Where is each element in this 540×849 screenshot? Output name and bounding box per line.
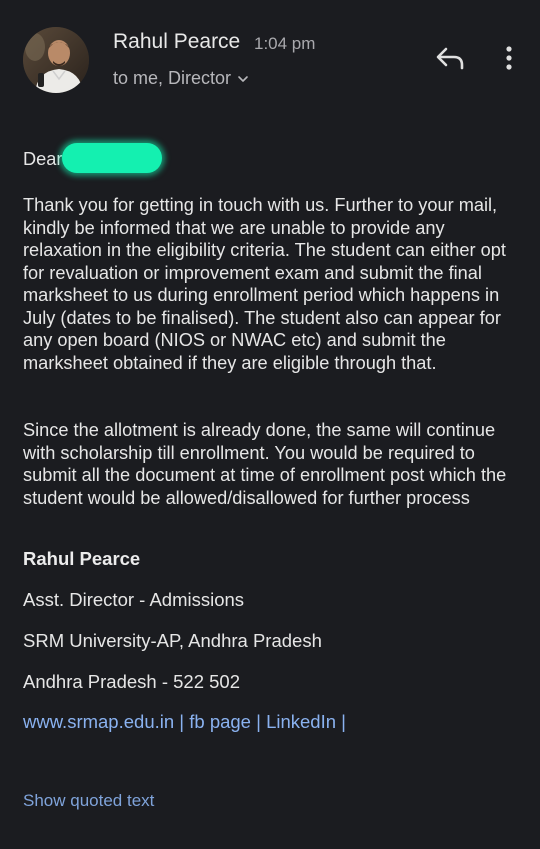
- more-options-button[interactable]: [498, 42, 520, 74]
- website-link[interactable]: www.srmap.edu.in: [23, 711, 174, 732]
- sent-time: 1:04 pm: [254, 34, 316, 53]
- link-separator: |: [341, 711, 346, 732]
- link-separator: |: [256, 711, 261, 732]
- more-vert-icon: [506, 46, 512, 70]
- reply-icon: [436, 47, 464, 70]
- signature-address: Andhra Pradesh - 522 502: [23, 671, 241, 692]
- email-header: Rahul Pearce 1:04 pm to me, Director: [0, 0, 540, 110]
- linkedin-link[interactable]: LinkedIn: [266, 711, 336, 732]
- email-paragraph-2: Since the allotment is already done, the…: [23, 420, 507, 508]
- email-paragraph-1: Thank you for getting in touch with us. …: [23, 195, 506, 373]
- signature-name: Rahul Pearce: [23, 548, 141, 569]
- sender-name[interactable]: Rahul Pearce: [113, 30, 240, 54]
- signature-organization: SRM University-AP, Andhra Pradesh: [23, 630, 322, 651]
- facebook-link[interactable]: fb page: [189, 711, 251, 732]
- show-quoted-text-button[interactable]: Show quoted text: [23, 791, 154, 811]
- link-separator: |: [179, 711, 185, 732]
- chevron-down-icon: [238, 76, 248, 83]
- signature-title: Asst. Director - Admissions: [23, 589, 245, 610]
- recipients-label: to me, Director: [113, 68, 232, 88]
- recipients-toggle[interactable]: to me, Director: [113, 68, 249, 89]
- reply-button[interactable]: [432, 42, 468, 74]
- redaction-mark: [62, 143, 162, 173]
- avatar[interactable]: [23, 27, 89, 93]
- signature-links: www.srmap.edu.in | fb page | LinkedIn |: [23, 711, 346, 733]
